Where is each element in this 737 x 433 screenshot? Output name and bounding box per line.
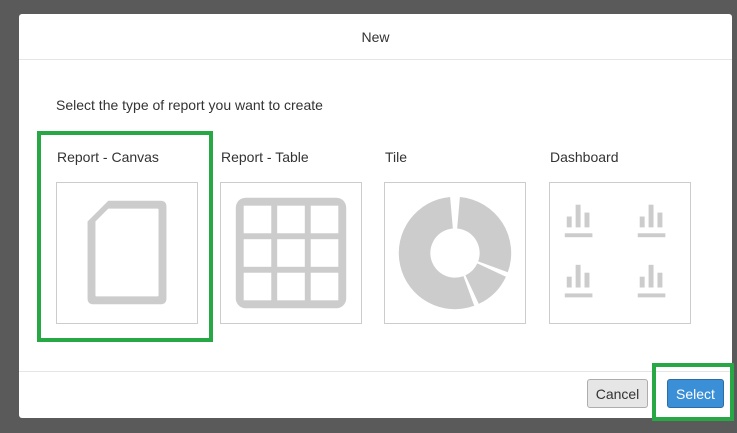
option-tile[interactable]: Tile — [384, 142, 548, 326]
dialog-prompt: Select the type of report you want to cr… — [56, 97, 323, 113]
option-label: Report - Canvas — [57, 149, 159, 165]
option-thumbnail — [56, 182, 198, 324]
option-label: Report - Table — [221, 149, 309, 165]
option-label: Dashboard — [550, 149, 619, 165]
dashboard-bars-icon — [564, 204, 666, 298]
option-thumbnail — [384, 182, 526, 324]
table-grid-icon — [235, 197, 347, 309]
option-dashboard[interactable]: Dashboard — [549, 142, 713, 326]
option-report-canvas[interactable]: Report - Canvas — [37, 131, 220, 342]
new-report-dialog: New Select the type of report you want t… — [19, 14, 732, 418]
option-report-table[interactable]: Report - Table — [220, 142, 384, 326]
dialog-header: New — [19, 14, 732, 60]
option-thumbnail — [220, 182, 362, 324]
document-icon — [87, 200, 167, 305]
option-label: Tile — [385, 149, 408, 165]
select-button[interactable]: Select — [667, 379, 724, 408]
cancel-button[interactable]: Cancel — [587, 379, 648, 408]
donut-chart-icon — [398, 197, 512, 310]
option-thumbnail — [549, 182, 691, 324]
dialog-title: New — [361, 28, 390, 45]
